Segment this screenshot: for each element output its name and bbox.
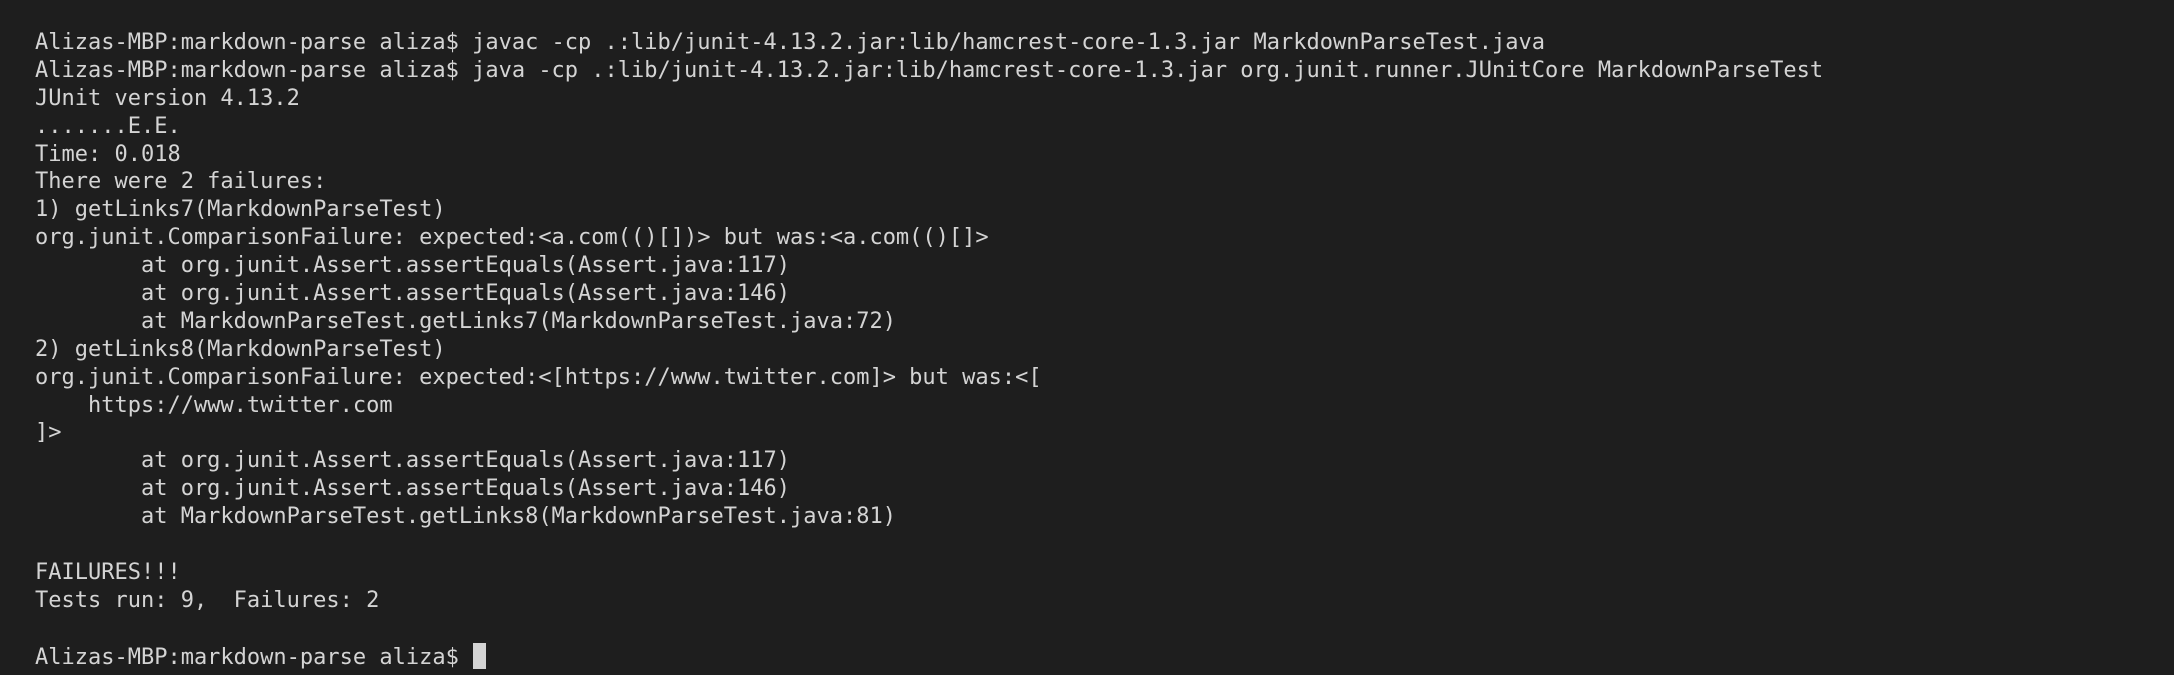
output-line: org.junit.ComparisonFailure: expected:<a…	[35, 225, 989, 251]
output-line: at MarkdownParseTest.getLinks8(MarkdownP…	[35, 504, 896, 530]
shell-prompt: Alizas-MBP:markdown-parse aliza$	[35, 644, 473, 670]
output-line: Alizas-MBP:markdown-parse aliza$ java -c…	[35, 57, 1824, 83]
output-line: There were 2 failures:	[35, 169, 327, 195]
output-line: ]>	[35, 420, 62, 446]
output-line: at org.junit.Assert.assertEquals(Assert.…	[35, 448, 790, 474]
output-line: Alizas-MBP:markdown-parse aliza$ javac -…	[35, 30, 1545, 55]
output-line: Time: 0.018	[35, 141, 181, 167]
output-line: at MarkdownParseTest.getLinks7(MarkdownP…	[35, 308, 896, 334]
output-line: .......E.E.	[35, 113, 181, 139]
output-line: Tests run: 9, Failures: 2	[35, 587, 380, 613]
output-line: https://www.twitter.com	[35, 392, 393, 418]
text-cursor	[473, 642, 487, 669]
command-prompt-line[interactable]: Alizas-MBP:markdown-parse aliza$	[35, 642, 2174, 671]
output-line: 2) getLinks8(MarkdownParseTest)	[35, 336, 446, 362]
output-line: FAILURES!!!	[35, 559, 181, 585]
output-line: JUnit version 4.13.2	[35, 85, 300, 111]
output-line: at org.junit.Assert.assertEquals(Assert.…	[35, 281, 790, 307]
output-line: at org.junit.Assert.assertEquals(Assert.…	[35, 476, 790, 502]
output-line: at org.junit.Assert.assertEquals(Assert.…	[35, 253, 790, 279]
terminal-output: Alizas-MBP:markdown-parse aliza$ javac -…	[35, 29, 2174, 643]
output-line: 1) getLinks7(MarkdownParseTest)	[35, 197, 446, 223]
terminal-window[interactable]: Alizas-MBP:markdown-parse aliza$ javac -…	[0, 0, 2174, 675]
output-line: org.junit.ComparisonFailure: expected:<[…	[35, 364, 1042, 390]
